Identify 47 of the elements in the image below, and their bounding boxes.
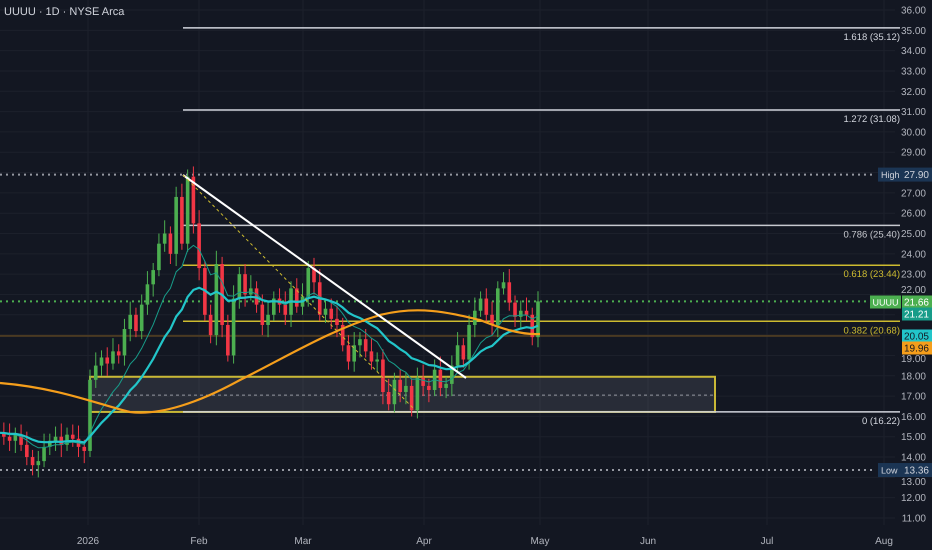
fib-level-label: 0.618 (23.44) xyxy=(843,269,900,280)
price-tag-value: 20.05 xyxy=(904,332,929,342)
time-axis-label: Mar xyxy=(294,536,312,547)
symbol-label: UUUU xyxy=(872,298,898,308)
time-axis-label: 2026 xyxy=(76,536,100,547)
time-axis-label: Aug xyxy=(875,536,893,547)
price-axis-label: 14.00 xyxy=(900,452,926,464)
price-axis-label: 36.00 xyxy=(900,6,926,16)
price-axis-label: 23.00 xyxy=(900,270,926,281)
price-axis-label: 16.00 xyxy=(900,412,926,423)
price-axis-label: 13.00 xyxy=(900,476,926,488)
fib-level-label: 1.272 (31.08) xyxy=(843,114,900,125)
marker-label: High xyxy=(881,170,900,180)
marker-value: 27.90 xyxy=(904,170,929,182)
fib-level-label: 0.786 (25.40) xyxy=(843,229,900,240)
price-axis-label: 19.00 xyxy=(900,354,926,365)
fib-level-label: 1.618 (35.12) xyxy=(843,32,900,43)
fib-level-label: 0 (16.22) xyxy=(862,416,900,427)
price-tag-value: 21.21 xyxy=(904,310,929,320)
marker-value: 13.36 xyxy=(904,466,929,477)
price-axis-label: 25.00 xyxy=(900,229,926,240)
price-axis-label: 27.00 xyxy=(900,188,926,200)
marker-label: Low xyxy=(881,466,898,476)
price-axis-label: 34.00 xyxy=(900,46,926,58)
time-axis-label: Jun xyxy=(640,536,656,547)
price-axis-label: 26.00 xyxy=(900,208,926,220)
time-axis-label: Jul xyxy=(760,536,774,547)
price-axis-label: 32.00 xyxy=(900,86,926,98)
time-axis-label: May xyxy=(530,536,550,547)
price-axis-label: 29.00 xyxy=(900,148,926,159)
price-tag-value: 21.66 xyxy=(904,298,929,308)
time-axis-label: Feb xyxy=(190,536,208,547)
price-axis-label: 35.00 xyxy=(900,26,926,37)
price-axis-label: 11.00 xyxy=(902,514,926,524)
price-axis-label: 31.00 xyxy=(900,107,926,118)
fib-level-label: 0.382 (20.68) xyxy=(843,325,900,336)
price-axis-label: 15.00 xyxy=(900,432,926,444)
price-axis-label: 30.00 xyxy=(900,127,926,138)
chart-title: UUUU · 1D · NYSE Arca xyxy=(4,5,124,20)
price-axis-label: 24.00 xyxy=(900,249,926,260)
time-axis-label: Apr xyxy=(416,536,432,547)
price-axis-label: 17.00 xyxy=(900,392,926,403)
price-axis-label: 18.00 xyxy=(900,371,926,382)
price-tag-value: 19.96 xyxy=(904,344,929,354)
price-axis-label: 33.00 xyxy=(900,66,926,78)
price-axis-label: 22.00 xyxy=(900,284,926,296)
price-axis-label: 12.00 xyxy=(900,493,926,504)
